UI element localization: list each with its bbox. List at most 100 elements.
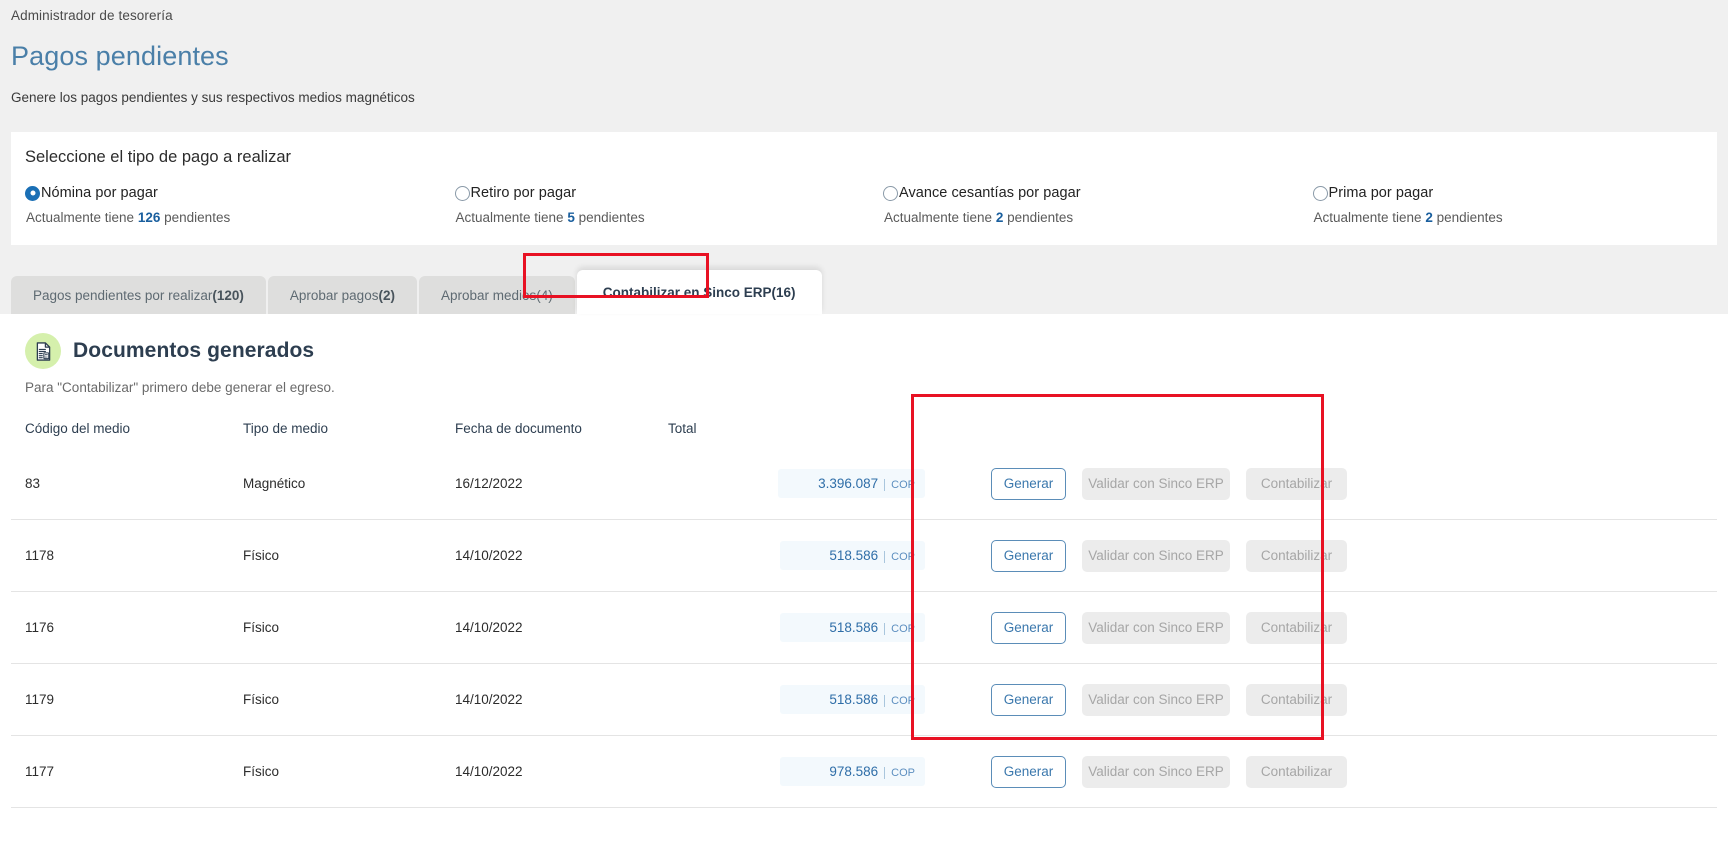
- cell-total: 518.586 COP: [668, 663, 925, 736]
- radio-sub-suffix-nomina: pendientes: [164, 210, 231, 225]
- cell-total: 3.396.087 COP: [668, 448, 925, 520]
- generar-button[interactable]: Generar: [991, 467, 1066, 500]
- validar-con-sinco-erp-button[interactable]: Validar con Sinco ERP: [1082, 683, 1230, 716]
- section-title: Documentos generados: [73, 339, 315, 362]
- amount-chip: 518.586 COP: [780, 685, 925, 714]
- tab-bar: Pagos pendientes por realizar (120) Aprob…: [0, 269, 1728, 314]
- table-row: 1177 Físico 14/10/2022 978.586 COP Gener…: [11, 735, 1717, 808]
- radio-button-avance-cesantias[interactable]: [883, 185, 898, 201]
- tab-label-contabilizar: Contabilizar en Sinco ERP: [602, 284, 772, 300]
- radio-sub-prefix-avance: Actualmente tiene: [884, 210, 993, 225]
- radio-sub-count-avance: 2: [995, 210, 1004, 225]
- contabilizar-button[interactable]: Contabilizar: [1246, 755, 1347, 788]
- radio-option-nomina[interactable]: Nómina por pagar Actualmente tiene 126 p…: [11, 185, 430, 225]
- cell-total: 978.586 COP: [668, 735, 925, 808]
- cell-tipo: Magnético: [243, 448, 455, 520]
- radio-label-nomina: Nómina por pagar: [41, 185, 158, 201]
- payment-type-radio-group: Nómina por pagar Actualmente tiene 126 p…: [11, 185, 1717, 225]
- amount-currency: COP: [884, 551, 915, 563]
- radio-sub-suffix-retiro: pendientes: [578, 210, 645, 225]
- cell-fecha: 14/10/2022: [455, 663, 668, 736]
- cell-tipo: Físico: [243, 735, 455, 808]
- radio-option-avance-cesantias[interactable]: Avance cesantías por pagar Actualmente t…: [859, 185, 1288, 225]
- radio-button-retiro[interactable]: [454, 185, 470, 201]
- table-row: 1179 Físico 14/10/2022 518.586 COP Gener…: [11, 663, 1717, 736]
- document-invoice-icon: [25, 333, 61, 369]
- generar-button[interactable]: Generar: [991, 683, 1066, 716]
- validar-con-sinco-erp-button[interactable]: Validar con Sinco ERP: [1082, 755, 1230, 788]
- radio-sub-suffix-prima: pendientes: [1436, 210, 1503, 225]
- validar-con-sinco-erp-button[interactable]: Validar con Sinco ERP: [1082, 611, 1230, 644]
- amount-value: 518.586: [829, 620, 879, 635]
- cell-actions: Generar Validar con Sinco ERP Contabiliz…: [925, 519, 1717, 592]
- amount-value: 518.586: [829, 692, 879, 707]
- column-header-codigo-del-medio: Código del medio: [25, 421, 131, 436]
- generar-button[interactable]: Generar: [991, 611, 1066, 644]
- radio-sub-nomina: Actualmente tiene 126 pendientes: [26, 210, 430, 225]
- amount-currency: COP: [884, 623, 915, 635]
- validar-con-sinco-erp-button[interactable]: Validar con Sinco ERP: [1082, 539, 1230, 572]
- column-header-acciones: [925, 421, 1717, 448]
- amount-chip: 3.396.087 COP: [778, 469, 925, 498]
- radio-button-prima[interactable]: [1312, 185, 1328, 201]
- page-header: Administrador de tesorería Pagos pendien…: [0, 0, 1728, 105]
- radio-sub-count-prima: 2: [1425, 210, 1433, 225]
- cell-fecha: 14/10/2022: [455, 735, 668, 808]
- radio-sub-suffix-avance: pendientes: [1007, 210, 1074, 225]
- radio-sub-prefix-prima: Actualmente tiene: [1313, 210, 1422, 225]
- tab-label-aprobar-pagos: Aprobar pagos: [289, 287, 379, 303]
- contabilizar-button[interactable]: Contabilizar: [1246, 683, 1347, 716]
- tab-label-aprobar-medios: Aprobar medios: [440, 287, 537, 303]
- contabilizar-button[interactable]: Contabilizar: [1246, 611, 1347, 644]
- radio-sub-count-nomina: 126: [137, 210, 161, 225]
- cell-codigo: 83: [11, 448, 243, 520]
- amount-value: 978.586: [829, 764, 879, 779]
- contabilizar-button[interactable]: Contabilizar: [1246, 467, 1347, 500]
- amount-value: 3.396.087: [818, 476, 879, 491]
- cell-actions: Generar Validar con Sinco ERP Contabiliz…: [925, 591, 1717, 664]
- tab-count-pagos-pendientes: (120): [212, 287, 244, 303]
- tab-pagos-pendientes-por-realizar[interactable]: Pagos pendientes por realizar (120): [11, 276, 266, 314]
- tab-aprobar-pagos[interactable]: Aprobar pagos (2): [267, 276, 417, 314]
- radio-option-retiro[interactable]: Retiro por pagar Actualmente tiene 5 pen…: [430, 185, 860, 225]
- contabilizar-button[interactable]: Contabilizar: [1246, 539, 1347, 572]
- cell-codigo: 1177: [11, 735, 243, 808]
- amount-currency: COP: [884, 767, 915, 779]
- amount-chip: 518.586 COP: [780, 541, 925, 570]
- cell-fecha: 16/12/2022: [455, 448, 668, 520]
- tab-aprobar-medios[interactable]: Aprobar medios (4): [418, 276, 575, 314]
- cell-codigo: 1179: [11, 663, 243, 736]
- generar-button[interactable]: Generar: [991, 755, 1066, 788]
- radio-sub-prima: Actualmente tiene 2 pendientes: [1314, 210, 1718, 225]
- tab-count-aprobar-medios: (4): [536, 287, 553, 303]
- generar-button[interactable]: Generar: [991, 539, 1066, 572]
- tab-contabilizar-en-sinco-erp[interactable]: Contabilizar en Sinco ERP (16): [576, 270, 822, 314]
- validar-con-sinco-erp-button[interactable]: Validar con Sinco ERP: [1082, 467, 1230, 500]
- documents-table: Código del medio Tipo de medio Fecha de …: [11, 421, 1717, 808]
- table-row: 1176 Físico 14/10/2022 518.586 COP Gener…: [11, 591, 1717, 664]
- payment-type-card: Seleccione el tipo de pago a realizar Nó…: [11, 132, 1717, 245]
- cell-total: 518.586 COP: [668, 519, 925, 592]
- page-subtitle: Genere los pagos pendientes y sus respec…: [11, 90, 415, 105]
- cell-actions: Generar Validar con Sinco ERP Contabiliz…: [925, 663, 1717, 736]
- cell-total: 518.586 COP: [668, 591, 925, 664]
- radio-option-prima[interactable]: Prima por pagar Actualmente tiene 2 pend…: [1288, 185, 1718, 225]
- radio-label-retiro: Retiro por pagar: [470, 185, 577, 201]
- amount-currency: COP: [884, 695, 915, 707]
- table-row: 83 Magnético 16/12/2022 3.396.087 COP Ge…: [11, 448, 1717, 520]
- content-panel: Documentos generados Para "Contabilizar"…: [0, 314, 1728, 854]
- radio-sub-prefix-retiro: Actualmente tiene: [455, 210, 564, 225]
- tab-count-aprobar-pagos: (2): [378, 287, 395, 303]
- cell-fecha: 14/10/2022: [455, 519, 668, 592]
- cell-codigo: 1176: [11, 591, 243, 664]
- radio-button-nomina[interactable]: [25, 185, 40, 201]
- radio-sub-count-retiro: 5: [567, 210, 575, 225]
- column-header-fecha-de-documento: Fecha de documento: [455, 421, 582, 436]
- table-header-row: Código del medio Tipo de medio Fecha de …: [11, 421, 1717, 448]
- cell-codigo: 1178: [11, 519, 243, 592]
- section-header: Documentos generados: [11, 314, 1717, 369]
- radio-label-prima: Prima por pagar: [1328, 185, 1434, 201]
- breadcrumb: Administrador de tesorería: [11, 8, 173, 23]
- radio-sub-retiro: Actualmente tiene 5 pendientes: [456, 210, 860, 225]
- tab-label-pagos-pendientes: Pagos pendientes por realizar: [33, 287, 213, 303]
